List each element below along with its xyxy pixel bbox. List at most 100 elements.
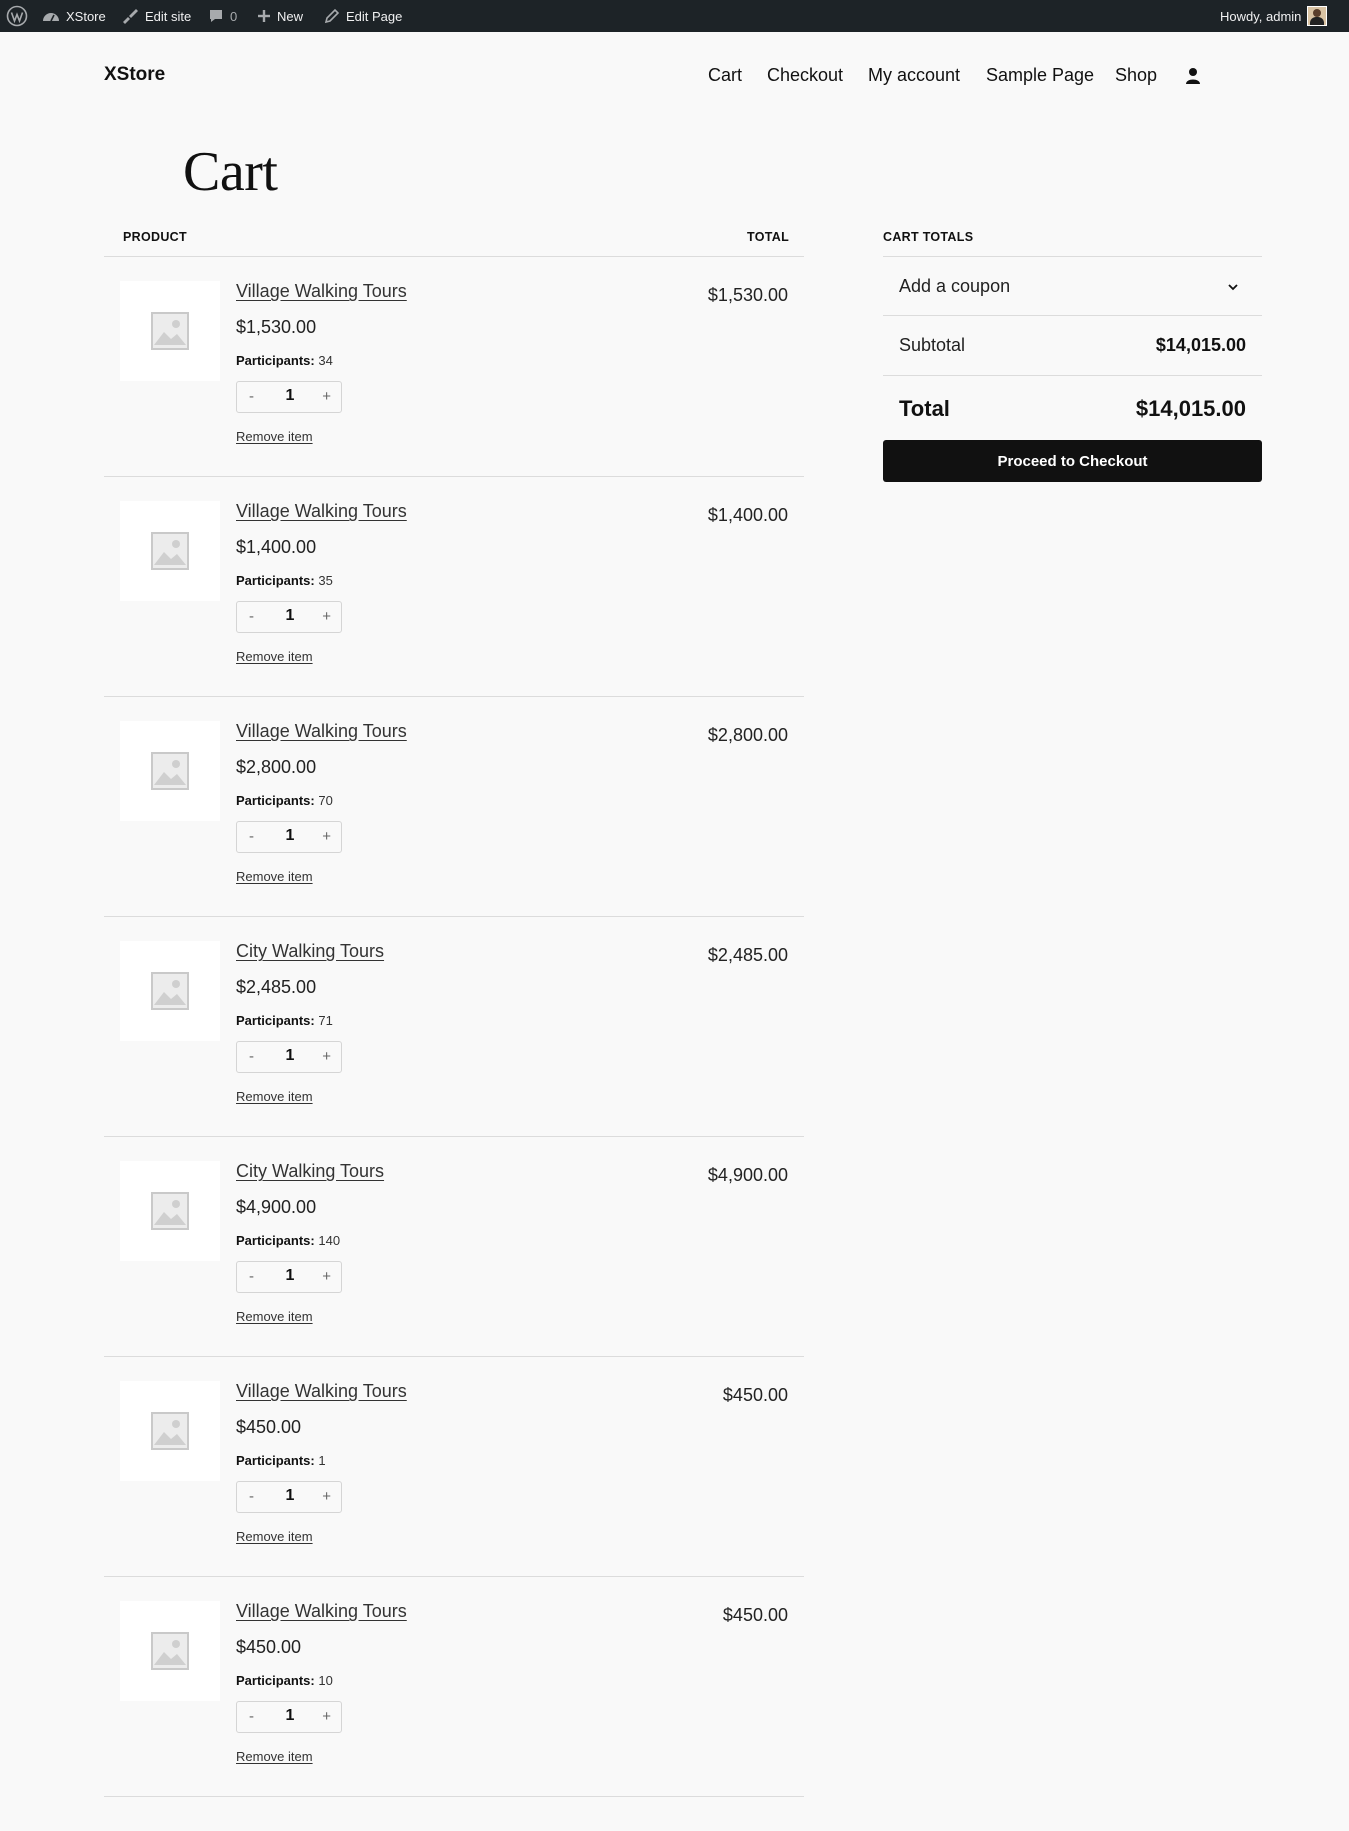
- product-price: $2,800.00: [236, 757, 317, 777]
- remove-item-link[interactable]: Remove item: [236, 429, 313, 444]
- product-name-link[interactable]: City Walking Tours: [236, 941, 384, 962]
- line-total: $4,900.00: [707, 1165, 788, 1185]
- edit-site-link[interactable]: Edit site: [121, 0, 191, 32]
- product-name-link[interactable]: Village Walking Tours: [236, 1601, 407, 1622]
- remove-item-link[interactable]: Remove item: [236, 1309, 313, 1324]
- total-label: Total: [899, 396, 950, 421]
- quantity-stepper: - 1 +: [236, 1261, 342, 1293]
- product-price: $450.00: [236, 1417, 302, 1437]
- comments-link[interactable]: 0: [208, 0, 237, 32]
- nav-cart[interactable]: Cart: [708, 65, 742, 86]
- site-name-label: XStore: [66, 8, 106, 24]
- product-meta: Participants: 140: [236, 1233, 340, 1248]
- quantity-stepper: - 1 +: [236, 821, 342, 853]
- line-total: $2,800.00: [707, 725, 788, 745]
- product-thumbnail[interactable]: [120, 281, 220, 381]
- meta-value: 71: [318, 1013, 333, 1028]
- edit-site-label: Edit site: [145, 8, 192, 24]
- wordpress-menu[interactable]: [6, 0, 28, 32]
- increase-quantity-button[interactable]: +: [322, 1268, 331, 1285]
- admin-bar: XStore Edit site 0 New Edit Page Howdy, …: [0, 0, 1349, 32]
- user-icon[interactable]: [1183, 66, 1203, 86]
- remove-item-link[interactable]: Remove item: [236, 649, 313, 664]
- increase-quantity-button[interactable]: +: [322, 1708, 331, 1725]
- product-thumbnail[interactable]: [120, 1161, 220, 1261]
- edit-page-label: Edit Page: [346, 8, 403, 24]
- image-placeholder-icon: [151, 752, 189, 790]
- cart-item-row: Village Walking Tours $1,530.00 Particip…: [104, 257, 804, 477]
- increase-quantity-button[interactable]: +: [322, 388, 331, 405]
- product-name-link[interactable]: Village Walking Tours: [236, 1381, 407, 1402]
- meta-label: Participants:: [236, 573, 315, 588]
- image-placeholder-icon: [151, 1412, 189, 1450]
- image-placeholder-icon: [151, 1192, 189, 1230]
- product-meta: Participants: 1: [236, 1453, 326, 1468]
- image-placeholder-icon: [151, 532, 189, 570]
- meta-value: 140: [318, 1233, 341, 1248]
- cart-item-row: Village Walking Tours $450.00 Participan…: [104, 1357, 804, 1577]
- meta-label: Participants:: [236, 353, 315, 368]
- product-name-link[interactable]: City Walking Tours: [236, 1161, 384, 1182]
- product-meta: Participants: 70: [236, 793, 333, 808]
- nav-checkout[interactable]: Checkout: [767, 65, 843, 86]
- chevron-down-icon[interactable]: [1226, 280, 1240, 294]
- comments-count: 0: [230, 8, 238, 24]
- cart-item-row: City Walking Tours $2,485.00 Participant…: [104, 917, 804, 1137]
- product-thumbnail[interactable]: [120, 1601, 220, 1701]
- nav-my-account[interactable]: My account: [868, 65, 960, 86]
- plus-icon: [258, 10, 270, 22]
- wordpress-icon: [6, 5, 28, 27]
- comment-icon: [210, 10, 222, 22]
- increase-quantity-button[interactable]: +: [322, 608, 331, 625]
- product-name-link[interactable]: Village Walking Tours: [236, 721, 407, 742]
- image-placeholder-icon: [151, 312, 189, 350]
- nav-sample-page[interactable]: Sample Page: [986, 65, 1094, 86]
- product-meta: Participants: 35: [236, 573, 333, 588]
- remove-item-link[interactable]: Remove item: [236, 869, 313, 884]
- avatar: [1307, 6, 1328, 26]
- cart-item-row: Village Walking Tours $1,400.00 Particip…: [104, 477, 804, 697]
- meta-label: Participants:: [236, 793, 315, 808]
- meta-label: Participants:: [236, 1233, 315, 1248]
- product-name-link[interactable]: Village Walking Tours: [236, 281, 407, 302]
- new-content-menu[interactable]: New: [257, 0, 303, 32]
- product-thumbnail[interactable]: [120, 1381, 220, 1481]
- meta-label: Participants:: [236, 1453, 315, 1468]
- nav-shop[interactable]: Shop: [1115, 65, 1157, 86]
- edit-page-link[interactable]: Edit Page: [324, 0, 402, 32]
- brush-icon: [123, 9, 138, 24]
- site-name-menu[interactable]: XStore: [42, 0, 106, 32]
- increase-quantity-button[interactable]: +: [322, 828, 331, 845]
- dashboard-icon: [43, 13, 59, 22]
- image-placeholder-icon: [151, 972, 189, 1010]
- product-name-link[interactable]: Village Walking Tours: [236, 501, 407, 522]
- quantity-stepper: - 1 +: [236, 601, 342, 633]
- add-coupon-toggle[interactable]: Add a coupon: [899, 276, 1010, 297]
- product-thumbnail[interactable]: [120, 501, 220, 601]
- my-account-menu[interactable]: Howdy, admin: [1220, 0, 1328, 32]
- cart-item-row: City Walking Tours $4,900.00 Participant…: [104, 1137, 804, 1357]
- image-placeholder-icon: [151, 1632, 189, 1670]
- product-price: $1,400.00: [236, 537, 317, 557]
- product-meta: Participants: 34: [236, 353, 333, 368]
- meta-label: Participants:: [236, 1013, 315, 1028]
- product-price: $450.00: [236, 1637, 302, 1657]
- remove-item-link[interactable]: Remove item: [236, 1089, 313, 1104]
- line-total: $450.00: [722, 1385, 788, 1405]
- line-total: $2,485.00: [707, 945, 788, 965]
- divider: [883, 315, 1262, 316]
- subtotal-label: Subtotal: [899, 335, 966, 355]
- proceed-to-checkout-button[interactable]: Proceed to Checkout: [883, 440, 1262, 482]
- howdy-label: Howdy, admin: [1220, 8, 1302, 24]
- product-price: $2,485.00: [236, 977, 317, 997]
- divider: [883, 375, 1262, 376]
- remove-item-link[interactable]: Remove item: [236, 1749, 313, 1764]
- increase-quantity-button[interactable]: +: [322, 1048, 331, 1065]
- remove-item-link[interactable]: Remove item: [236, 1529, 313, 1544]
- product-thumbnail[interactable]: [120, 721, 220, 821]
- meta-value: 10: [318, 1673, 333, 1688]
- subtotal-value: $14,015.00: [1155, 335, 1246, 355]
- product-thumbnail[interactable]: [120, 941, 220, 1041]
- line-total: $1,530.00: [707, 285, 788, 305]
- increase-quantity-button[interactable]: +: [322, 1488, 331, 1505]
